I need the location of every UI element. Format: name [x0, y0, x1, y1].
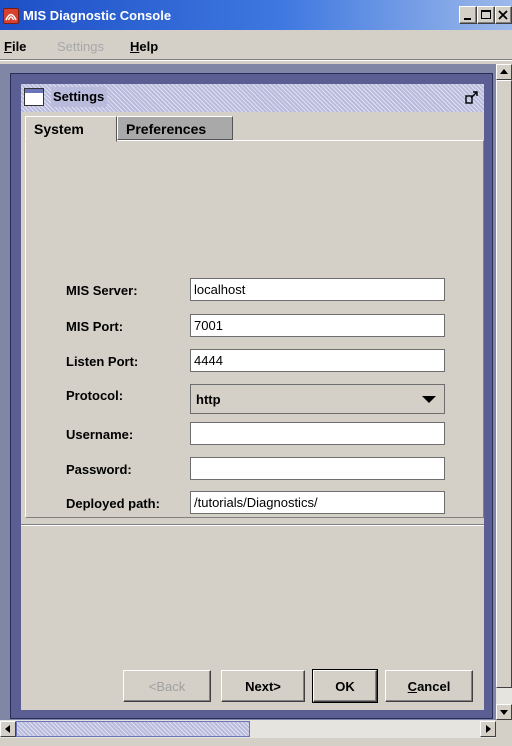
menu-bar: File Settings Help [0, 30, 512, 62]
vertical-scrollbar[interactable] [496, 64, 512, 720]
minimize-icon [464, 18, 471, 20]
arrow-up-icon [500, 69, 508, 74]
chevron-down-icon [422, 396, 436, 403]
app-icon [3, 8, 19, 24]
scroll-left-button[interactable] [0, 721, 16, 737]
password-label: Password: [66, 462, 132, 477]
window-icon [24, 88, 44, 106]
menu-help[interactable]: Help [130, 39, 158, 54]
frame-title-bar[interactable]: Settings [21, 84, 484, 112]
deployed-path-input[interactable]: /tutorials/Diagnostics/ [190, 491, 445, 514]
window-bottom-edge [0, 738, 512, 746]
menu-settings: Settings [57, 39, 104, 54]
deployed-path-label: Deployed path: [66, 496, 160, 511]
tab-preferences[interactable]: Preferences [117, 116, 233, 140]
scroll-up-button[interactable] [496, 64, 512, 80]
vertical-scroll-thumb[interactable] [496, 80, 512, 688]
maximize-button[interactable] [477, 6, 495, 24]
frame-title: Settings [51, 87, 108, 107]
close-button[interactable] [495, 6, 512, 24]
panel-separator [21, 524, 484, 526]
mis-port-label: MIS Port: [66, 319, 124, 334]
listen-port-label: Listen Port: [66, 354, 139, 369]
mis-server-input[interactable]: localhost [190, 278, 445, 301]
maximize-icon [481, 10, 491, 19]
username-label: Username: [66, 427, 134, 442]
listen-port-input[interactable]: 4444 [190, 349, 445, 372]
minimize-button[interactable] [459, 6, 477, 24]
frame-content: Settings System Preferences MIS Server: … [21, 84, 484, 710]
horizontal-scroll-thumb[interactable] [16, 721, 250, 737]
menu-file[interactable]: File [4, 39, 26, 54]
arrow-left-icon [5, 725, 10, 733]
arrow-down-icon [500, 710, 508, 715]
protocol-value: http [196, 392, 221, 407]
scroll-corner [496, 720, 512, 738]
mis-server-label: MIS Server: [66, 283, 138, 298]
window-title: MIS Diagnostic Console [23, 8, 172, 23]
close-icon [498, 10, 508, 20]
horizontal-scrollbar[interactable] [0, 720, 496, 738]
menu-separator [0, 59, 512, 61]
scroll-down-button[interactable] [496, 704, 512, 720]
system-tab-panel: MIS Server: localhost MIS Port: 7001 Lis… [25, 140, 484, 518]
scroll-right-button[interactable] [480, 721, 496, 737]
next-button[interactable]: Next> [221, 670, 305, 702]
ok-button[interactable]: OK [312, 669, 378, 703]
cancel-button[interactable]: Cancel [385, 670, 473, 702]
settings-frame: Settings System Preferences MIS Server: … [10, 73, 493, 719]
tab-system[interactable]: System [25, 116, 117, 142]
mis-port-input[interactable]: 7001 [190, 314, 445, 337]
protocol-select[interactable]: http [190, 384, 445, 414]
username-input[interactable] [190, 422, 445, 445]
back-button: <Back [123, 670, 211, 702]
restore-icon[interactable] [465, 90, 479, 104]
protocol-label: Protocol: [66, 388, 124, 403]
title-bar[interactable]: MIS Diagnostic Console [0, 0, 512, 30]
arrow-right-icon [486, 725, 491, 733]
password-input[interactable] [190, 457, 445, 480]
